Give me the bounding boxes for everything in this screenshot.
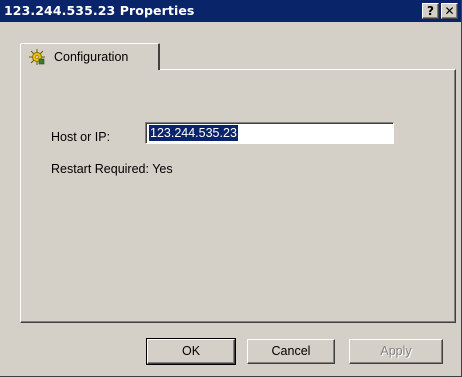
host-input-value: 123.244.535.23 xyxy=(149,125,238,141)
help-button[interactable]: ? xyxy=(422,3,439,19)
apply-button[interactable]: Apply xyxy=(349,339,443,364)
restart-required-text: Restart Required: Yes xyxy=(51,162,173,176)
properties-dialog: 123.244.535.23 Properties ? ✕ Configurat… xyxy=(0,0,462,377)
host-label: Host or IP: xyxy=(51,130,111,144)
window-title: 123.244.535.23 Properties xyxy=(4,3,195,18)
gear-star-icon xyxy=(28,48,46,66)
tab-label: Configuration xyxy=(54,50,129,64)
configuration-panel: Host or IP: 123.244.535.23 Restart Requi… xyxy=(20,69,456,323)
tab-configuration[interactable]: Configuration xyxy=(20,43,160,70)
cancel-button[interactable]: Cancel xyxy=(247,339,335,364)
ok-button[interactable]: OK xyxy=(146,338,236,365)
close-button[interactable]: ✕ xyxy=(441,3,458,19)
host-input[interactable]: 123.244.535.23 xyxy=(145,122,394,144)
title-bar[interactable]: 123.244.535.23 Properties ? ✕ xyxy=(0,0,461,22)
